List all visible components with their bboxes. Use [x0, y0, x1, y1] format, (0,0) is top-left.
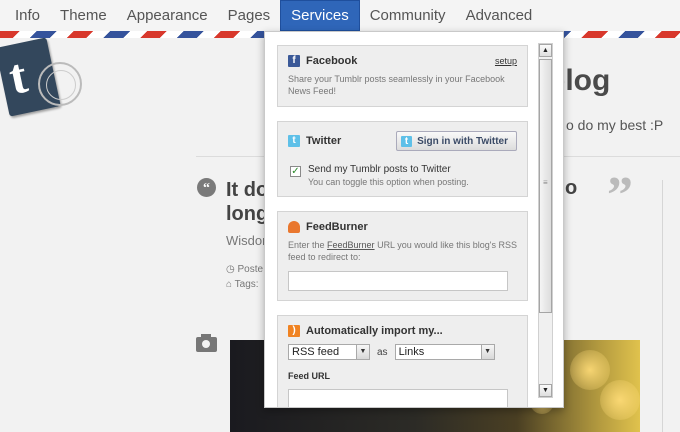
- facebook-title: Facebook: [306, 55, 358, 67]
- import-source-value: RSS feed: [292, 346, 340, 358]
- post-date-label: Poste: [237, 264, 264, 275]
- send-to-twitter-label: Send my Tumblr posts to Twitter: [308, 164, 451, 175]
- top-nav: Info Theme Appearance Pages Services Com…: [0, 0, 680, 31]
- sign-in-with-twitter-button[interactable]: t Sign in with Twitter: [396, 131, 517, 151]
- rss-icon: ): [288, 325, 300, 337]
- chevron-down-icon: ▼: [480, 345, 494, 359]
- twitter-button-icon: t: [401, 135, 413, 147]
- scroll-down-icon[interactable]: ▼: [539, 384, 552, 397]
- import-type-value: Links: [398, 346, 425, 358]
- post-title-line-2: long: [226, 203, 269, 225]
- sidebar-rule: [662, 180, 663, 432]
- facebook-icon: f: [288, 55, 300, 67]
- feedburner-description: Enter the FeedBurner URL you would like …: [288, 239, 517, 263]
- post-tags-label: Tags:: [234, 279, 259, 290]
- nav-services[interactable]: Services: [280, 0, 360, 31]
- feed-url-input[interactable]: [288, 389, 508, 407]
- feedburner-description-pre: Enter the: [288, 240, 328, 250]
- twitter-title: Twitter: [306, 135, 342, 147]
- nav-info[interactable]: Info: [0, 0, 50, 31]
- post-title-right: o: [565, 177, 578, 199]
- chevron-down-icon: ▼: [356, 345, 369, 359]
- import-source-select[interactable]: RSS feed ▼: [288, 344, 370, 360]
- camera-icon: [196, 334, 217, 352]
- closing-quote-icon: ”: [607, 167, 633, 224]
- feedburner-title: FeedBurner: [306, 221, 368, 233]
- nav-advanced[interactable]: Advanced: [456, 0, 543, 31]
- facebook-section: f Facebook setup Share your Tumblr posts…: [277, 45, 528, 107]
- as-label: as: [377, 346, 388, 358]
- feedburner-url-input[interactable]: [288, 271, 508, 291]
- nav-pages[interactable]: Pages: [218, 0, 281, 31]
- import-section: ) Automatically import my... RSS feed ▼ …: [277, 315, 528, 407]
- dropdown-scrollbar[interactable]: ▲ ▼: [538, 43, 553, 398]
- scrollbar-thumb[interactable]: [539, 59, 552, 313]
- facebook-description: Share your Tumblr posts seamlessly in yo…: [288, 74, 505, 96]
- sign-in-with-twitter-label: Sign in with Twitter: [417, 135, 508, 147]
- send-to-twitter-checkbox[interactable]: ✓: [290, 166, 301, 177]
- twitter-section: t Twitter t Sign in with Twitter ✓ Send …: [277, 121, 528, 197]
- nav-theme[interactable]: Theme: [50, 0, 117, 31]
- services-dropdown: f Facebook setup Share your Tumblr posts…: [264, 31, 564, 408]
- import-type-select[interactable]: Links ▼: [394, 344, 495, 360]
- feedburner-link[interactable]: FeedBurner: [327, 240, 375, 250]
- nav-community[interactable]: Community: [360, 0, 456, 31]
- post-tags: ⌂ Tags:: [226, 279, 259, 290]
- feed-url-label: Feed URL: [288, 371, 331, 381]
- blog-description: o do my best :P: [566, 117, 664, 133]
- import-title: Automatically import my...: [306, 325, 443, 337]
- send-to-twitter-hint: You can toggle this option when posting.: [308, 177, 469, 187]
- nav-appearance[interactable]: Appearance: [117, 0, 218, 31]
- feedburner-icon: [288, 221, 300, 233]
- quote-post-icon: “: [197, 178, 216, 197]
- feedburner-section: FeedBurner Enter the FeedBurner URL you …: [277, 211, 528, 301]
- facebook-setup-link[interactable]: setup: [495, 56, 517, 66]
- twitter-icon: t: [288, 135, 300, 147]
- postmark-stamp-icon: [38, 62, 82, 106]
- scroll-up-icon[interactable]: ▲: [539, 44, 552, 57]
- post-date: ◷ Poste: [226, 264, 264, 275]
